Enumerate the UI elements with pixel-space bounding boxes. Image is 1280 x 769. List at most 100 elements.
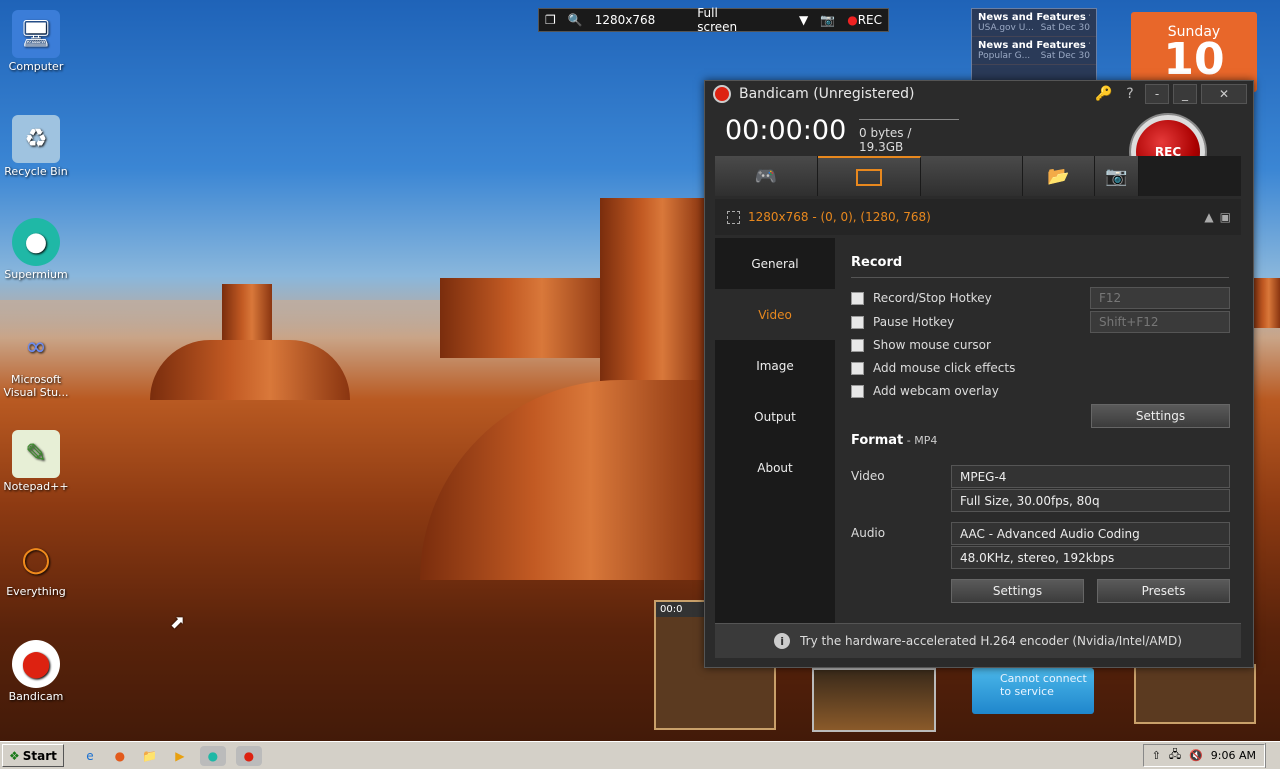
compact-button[interactable]: - [1145, 84, 1169, 104]
recycle-bin-icon: ♻ [12, 115, 60, 163]
desktop-icon-everything[interactable]: ○ Everything [0, 535, 72, 598]
desktop-icon-recycle-bin[interactable]: ♻ Recycle Bin [0, 115, 72, 178]
desktop-icon-computer[interactable]: 🖥 Computer [0, 10, 72, 73]
news-title: News and Features f... [978, 12, 1090, 23]
close-button[interactable]: ✕ [1201, 84, 1247, 104]
tray-expand-icon[interactable]: ⇧ [1152, 749, 1161, 762]
video-detail[interactable]: Full Size, 30.00fps, 80q [951, 489, 1230, 512]
mouse-cursor-icon: ⬈ [170, 612, 186, 633]
audio-codec[interactable]: AAC - Advanced Audio Coding [951, 522, 1230, 545]
key-icon[interactable]: 🔑 [1093, 86, 1115, 102]
start-label: Start [22, 748, 57, 763]
tab-screenshot[interactable]: 📷 [1095, 156, 1139, 196]
computer-icon: 🖥 [12, 10, 60, 58]
news-title: News and Features f... [978, 40, 1090, 51]
chevron-down-icon[interactable]: ▼ [793, 13, 814, 27]
record-settings-button[interactable]: Settings [1091, 404, 1230, 428]
title-bar[interactable]: Bandicam (Unregistered) 🔑 ? - _ ✕ [705, 81, 1253, 107]
tab-device-mode[interactable] [921, 156, 1023, 196]
desktop-icon-label: Everything [6, 585, 66, 598]
puzzle-gadget-right[interactable] [1134, 664, 1256, 724]
news-item[interactable]: News and Features f... USA.gov U... Sat D… [972, 9, 1096, 37]
bandicam-icon: ⬤ [12, 640, 60, 688]
record-hotkey-field[interactable]: F12 [1090, 287, 1230, 309]
bandicam-window: Bandicam (Unregistered) 🔑 ? - _ ✕ 00:00:… [704, 80, 1254, 668]
collapse-icon[interactable]: ▲ [1204, 210, 1213, 224]
format-presets-button[interactable]: Presets [1097, 579, 1230, 603]
capture-mode[interactable]: Full screen [691, 6, 767, 34]
sidebar-item-image[interactable]: Image [715, 340, 835, 391]
gamepad-icon: 🎮 [754, 165, 778, 187]
window-title: Bandicam (Unregistered) [739, 86, 915, 102]
desktop-icon-label: Recycle Bin [4, 165, 68, 178]
capture-rec-button[interactable]: ●REC [841, 13, 888, 27]
checkbox-label: Record/Stop Hotkey [873, 291, 992, 305]
media-player-icon[interactable]: ▶ [170, 746, 190, 766]
record-dot-icon: ● [847, 13, 858, 27]
volume-muted-icon[interactable]: 🔇 [1189, 749, 1203, 762]
network-icon[interactable]: 🖧 [1169, 746, 1181, 765]
tab-game-mode[interactable]: 🎮 [715, 156, 818, 196]
divider [851, 277, 1229, 278]
sidebar-item-output[interactable]: Output [715, 391, 835, 442]
camera-icon[interactable]: 📷 [814, 13, 841, 27]
ie-icon[interactable]: e [80, 746, 100, 766]
webcam-overlay-checkbox[interactable]: Add webcam overlay [851, 384, 999, 398]
desktop-icon-label: Computer [8, 60, 64, 73]
format-settings-button[interactable]: Settings [951, 579, 1084, 603]
desktop-icon-label: Notepad++ [3, 480, 69, 493]
capture-resolution[interactable]: 1280x768 [589, 13, 662, 27]
click-effects-checkbox[interactable]: Add mouse click effects [851, 361, 1015, 375]
format-heading-label: Format [851, 433, 904, 448]
explorer-icon[interactable]: 📁 [140, 746, 160, 766]
bandicam-logo-icon [713, 85, 731, 103]
sidebar-item-about[interactable]: About [715, 442, 835, 493]
news-source: USA.gov U... [978, 23, 1034, 33]
sidebar-item-video[interactable]: Video [715, 289, 835, 340]
bandicam-taskbar-icon[interactable]: ● [235, 745, 262, 766]
start-button[interactable]: ❖ Start [2, 744, 64, 767]
capture-toolbar: ❐ 🔍 1280x768 Full screen ▼ 📷 ●REC [538, 6, 889, 34]
cannot-connect-text: Cannot connect to service [1000, 672, 1087, 698]
minimize-button[interactable]: _ [1173, 84, 1197, 104]
firefox-icon[interactable]: ● [110, 746, 130, 766]
show-cursor-checkbox[interactable]: Show mouse cursor [851, 338, 991, 352]
capture-area-bar: 1280x768 - (0, 0), (1280, 768) ▲ ▣ [715, 199, 1241, 235]
supermium-taskbar-icon[interactable]: ● [199, 745, 226, 766]
folder-icon: 📂 [1047, 165, 1070, 187]
mesa-right-slope [420, 380, 704, 580]
maximize-icon[interactable]: ▣ [1220, 210, 1231, 224]
record-timer: 00:00:00 [725, 115, 847, 146]
window-mode-icon[interactable]: ❐ [539, 13, 562, 27]
show-desktop-button[interactable] [1265, 743, 1280, 768]
mesa-center [440, 278, 610, 358]
pause-hotkey-field[interactable]: Shift+F12 [1090, 311, 1230, 333]
zoom-icon[interactable]: 🔍 [562, 13, 589, 27]
hint-bar[interactable]: i Try the hardware-accelerated H.264 enc… [715, 623, 1241, 658]
sidebar-item-general[interactable]: General [715, 238, 835, 289]
news-source: Popular G... [978, 51, 1031, 61]
tab-screen-mode[interactable] [818, 156, 921, 196]
taskbar: ❖ Start e ● 📁 ▶ ● ● ⇧ 🖧 🔇 9:06 AM [0, 741, 1280, 769]
desktop-icon-supermium[interactable]: ● Supermium [0, 218, 72, 281]
tab-output-folder[interactable]: 📂 [1023, 156, 1095, 196]
clock[interactable]: 9:06 AM [1211, 749, 1256, 762]
record-hotkey-checkbox[interactable]: Record/Stop Hotkey [851, 291, 992, 305]
pause-hotkey-checkbox[interactable]: Pause Hotkey [851, 315, 954, 329]
checkbox-box [851, 315, 864, 329]
desktop-icon-notepadpp[interactable]: ✎ Notepad++ [0, 430, 72, 493]
checkbox-label: Add webcam overlay [873, 384, 999, 398]
desktop-icon-bandicam[interactable]: ⬤ Bandicam [0, 640, 72, 703]
news-date: Sat Dec 30 [1040, 23, 1090, 33]
audio-detail[interactable]: 48.0KHz, stereo, 192kbps [951, 546, 1230, 569]
capture-area-text: 1280x768 - (0, 0), (1280, 768) [748, 210, 931, 224]
info-icon: i [774, 633, 791, 649]
news-date: Sat Dec 30 [1040, 51, 1090, 61]
video-codec[interactable]: MPEG-4 [951, 465, 1230, 488]
desktop-icon-visual-studio[interactable]: ∞ Microsoft Visual Stu... [0, 323, 72, 399]
news-item[interactable]: News and Features f... Popular G... Sat D… [972, 37, 1096, 65]
desktop-icon-label: Microsoft Visual Stu... [3, 373, 69, 399]
help-icon[interactable]: ? [1119, 86, 1141, 102]
video-label: Video [851, 469, 885, 483]
photo-gadget[interactable] [812, 668, 936, 732]
